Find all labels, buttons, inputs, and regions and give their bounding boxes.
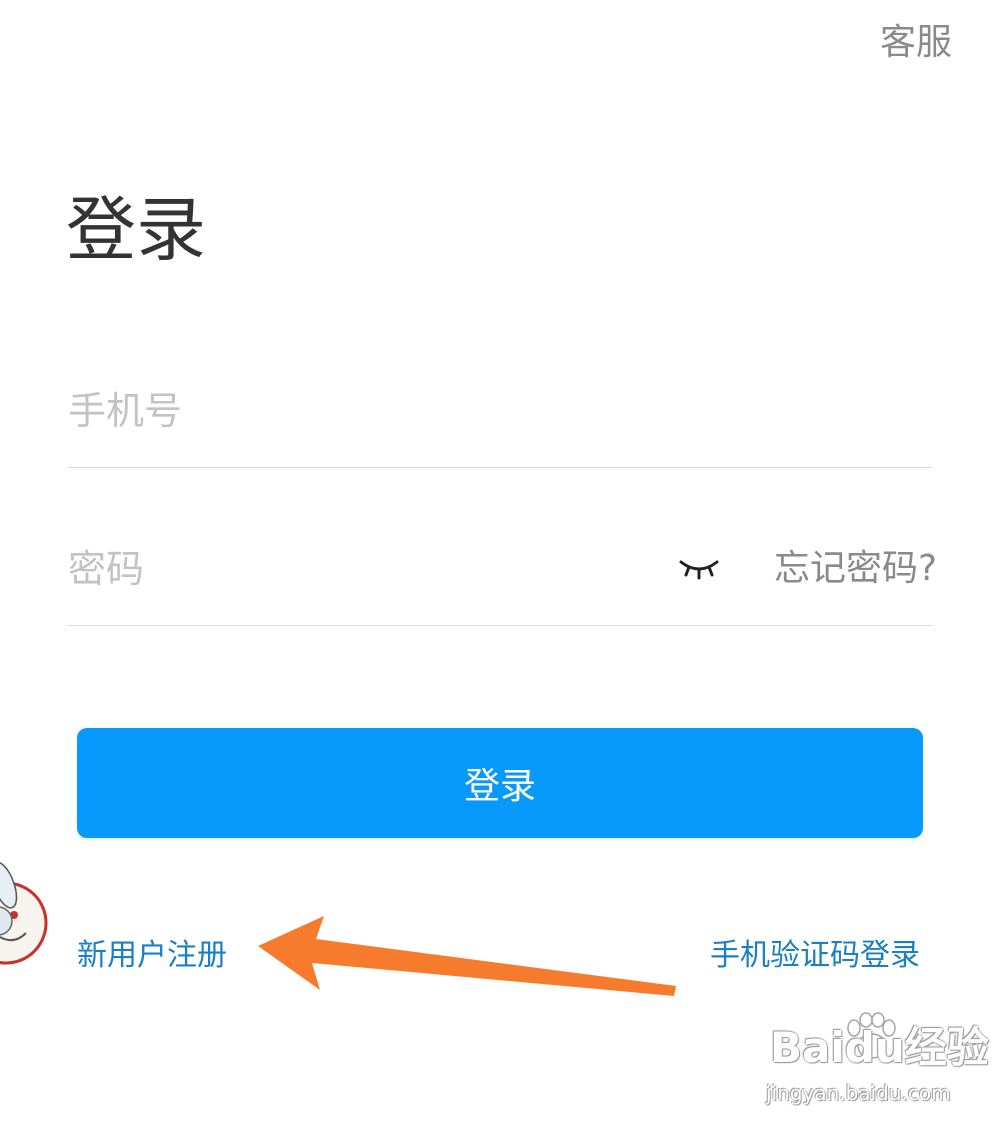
eye-closed-icon[interactable] [678, 556, 720, 584]
watermark-text: Baidu经验 [770, 1023, 989, 1072]
password-divider [67, 625, 933, 626]
watermark-url: jingyan.baidu.com [766, 1081, 951, 1105]
forgot-password-link[interactable]: 忘记密码? [774, 544, 937, 594]
mascot-icon [0, 855, 50, 995]
login-button[interactable]: 登录 [77, 728, 923, 838]
register-link[interactable]: 新用户注册 [77, 934, 227, 978]
customer-service-link[interactable]: 客服 [880, 18, 952, 68]
phone-input[interactable] [68, 382, 928, 440]
password-input[interactable] [68, 540, 648, 598]
page-title: 登录 [66, 189, 206, 271]
watermark: Baidu经验 jingyan.baidu.com [762, 1012, 989, 1112]
annotation-arrow-icon [250, 912, 680, 1002]
sms-login-link[interactable]: 手机验证码登录 [710, 934, 920, 978]
phone-divider [67, 467, 933, 468]
